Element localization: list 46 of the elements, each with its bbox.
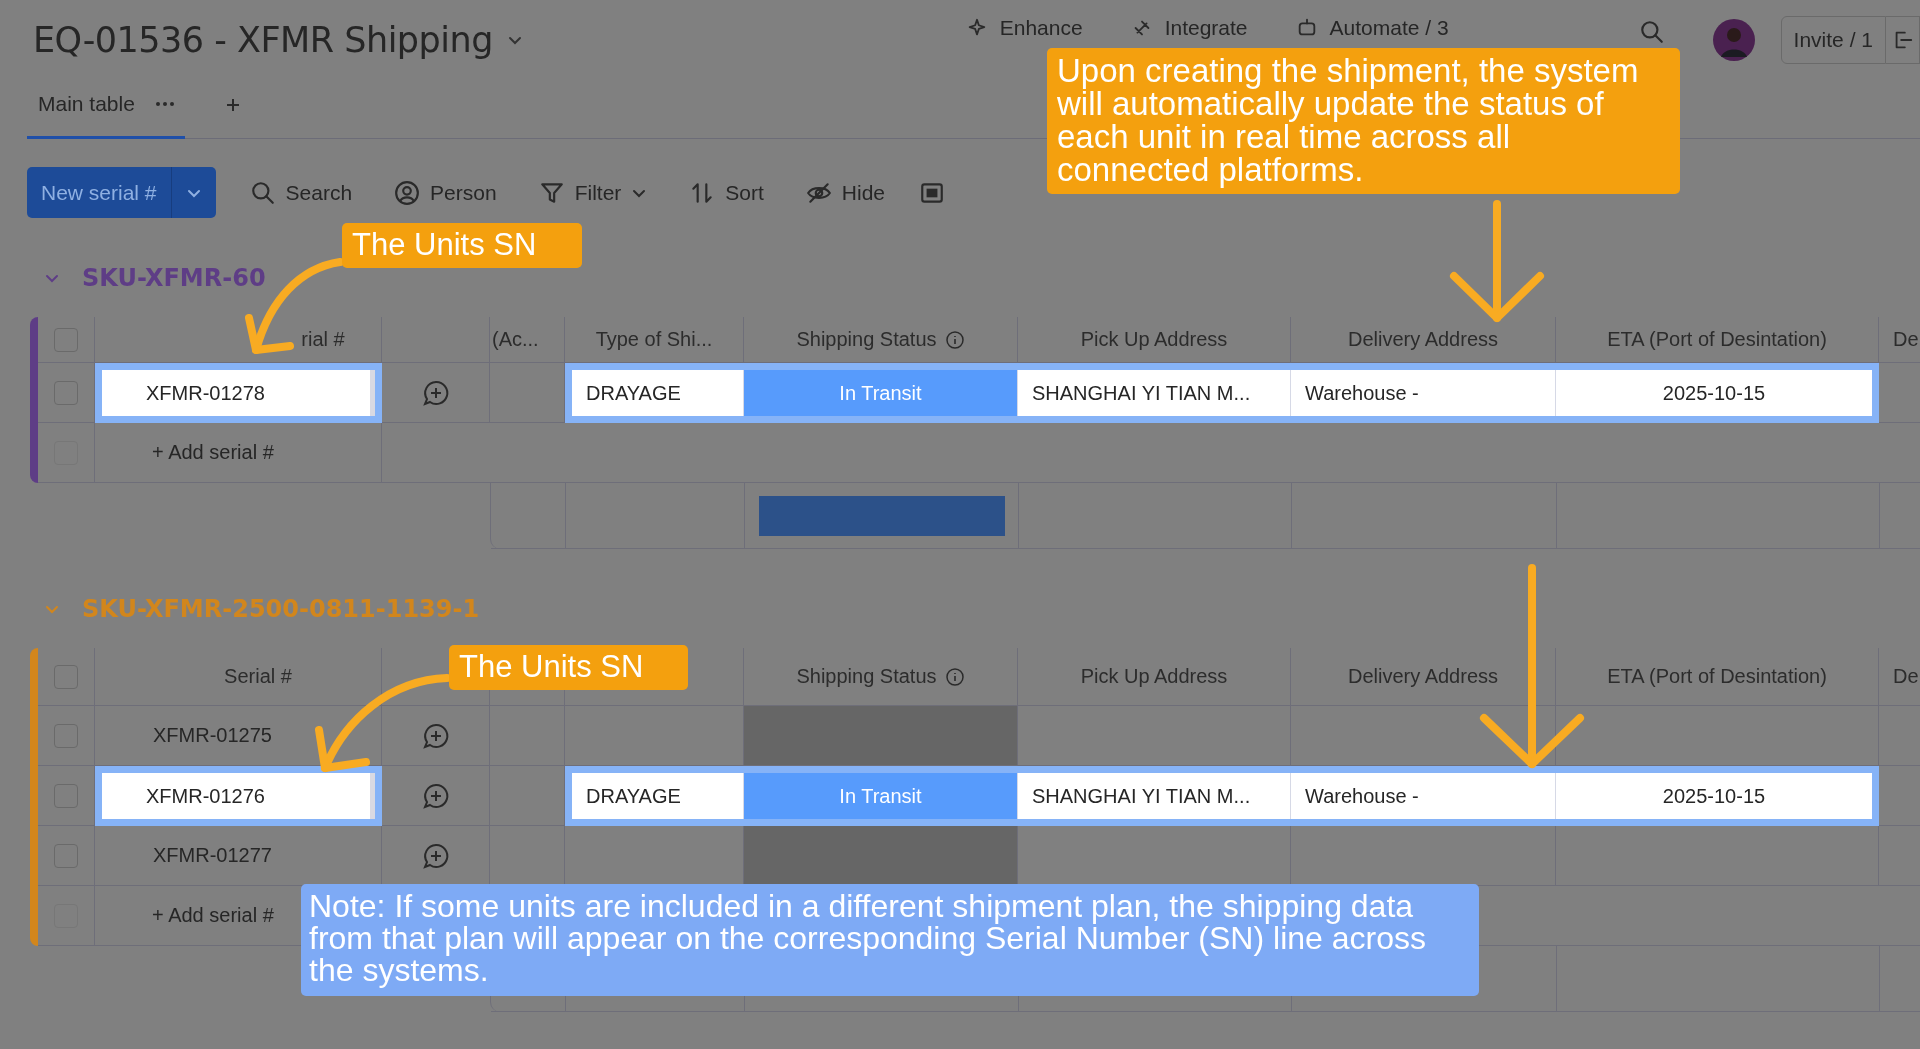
add-item-button[interactable]: + Add serial # [152, 904, 274, 927]
column-header: Type of Shi... [595, 328, 713, 351]
toolbar-button[interactable]: Hide [797, 179, 894, 206]
toolbar-button[interactable]: Filter [530, 179, 656, 206]
callout-box: Upon creating the shipment, the system will automatically update the status of each unit in real time across all connected platforms. [1047, 48, 1680, 194]
serial-number: XFMR-01277 [153, 844, 272, 867]
column-header: ETA (Port of Desintation) [1607, 328, 1827, 351]
table-cell: DRAYAGE [586, 784, 681, 808]
header-action[interactable]: Integrate [1164, 16, 1248, 40]
serial-number: XFMR-01276 [146, 784, 265, 808]
toolbar-button[interactable]: Search [241, 179, 361, 206]
column-header: Pick Up Address [1080, 328, 1228, 351]
table-cell: DRAYAGE [586, 381, 681, 405]
header-action[interactable]: Automate / 3 [1329, 16, 1449, 40]
tab[interactable]: Main table [27, 72, 185, 139]
add-item-button[interactable]: + Add serial # [152, 441, 274, 464]
column-header: Serial # [224, 665, 292, 688]
callout-box: The Units SN [342, 223, 582, 268]
toolbar-button[interactable]: Person [386, 179, 505, 206]
status-label[interactable]: In Transit [744, 773, 1018, 819]
column-header: Delivery Address [1347, 665, 1499, 688]
note-box: Note: If some units are included in a different shipment plan, the shipping data from that plan will appear on the corresponding Serial Number (SN) line across the systems. [301, 884, 1479, 996]
serial-number: XFMR-01275 [153, 724, 272, 747]
group-title[interactable]: SKU-XFMR-60 [82, 264, 266, 292]
column-header: Shipping Status [796, 665, 937, 688]
table-cell: SHANGHAI YI TIAN M... [1032, 784, 1251, 808]
board-title: EQ-01536 - XFMR Shipping [33, 20, 493, 60]
column-header: Shipping Status [796, 328, 937, 351]
invite-button[interactable]: Invite / 1 [1780, 16, 1886, 64]
column-header: Delivery Address [1347, 328, 1499, 351]
column-header: rial # [301, 328, 345, 351]
status-label[interactable]: In Transit [744, 370, 1018, 416]
column-header: ETA (Port of Desintation) [1607, 665, 1827, 688]
table-cell: SHANGHAI YI TIAN M... [1032, 381, 1251, 405]
callout-box: The Units SN [449, 645, 688, 690]
header-action[interactable]: Enhance [999, 16, 1083, 40]
serial-number: XFMR-01278 [146, 381, 265, 405]
column-header: (Ac... [492, 328, 539, 351]
table-cell: Warehouse - [1305, 381, 1419, 405]
table-cell: 2025-10-15 [1662, 784, 1766, 808]
table-cell: Warehouse - [1305, 784, 1419, 808]
column-header: Pick Up Address [1080, 665, 1228, 688]
column-header: De [1893, 328, 1919, 351]
table-cell: 2025-10-15 [1662, 381, 1766, 405]
column-header: De [1893, 665, 1919, 688]
toolbar-button[interactable]: Sort [681, 179, 772, 206]
